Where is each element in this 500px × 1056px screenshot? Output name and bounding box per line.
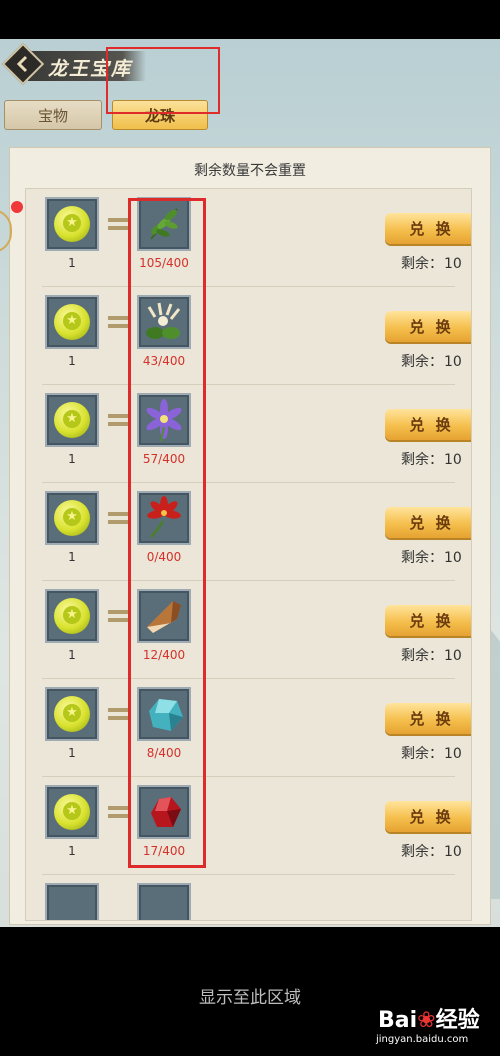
exchange-row: ★ 1 43/400 兑 换 剩余：10 — [26, 287, 471, 385]
panel-note: 剩余数量不会重置 — [194, 163, 306, 179]
remaining-value: 10 — [444, 354, 462, 370]
remaining-count: 剩余：10 — [401, 841, 462, 861]
exchange-list[interactable]: ★ 1 105/400 兑 换 剩余：10 ★ 1 43/400 兑 换 剩余：… — [25, 188, 472, 921]
coin-quantity: 1 — [68, 746, 76, 760]
exchange-row: ★ 1 57/400 兑 换 剩余：10 — [26, 385, 471, 483]
dragon-coin-icon: ★ — [54, 696, 90, 732]
tab-treasure[interactable]: 宝物 — [4, 100, 102, 130]
equals-icon — [108, 512, 130, 525]
remaining-count: 剩余：10 — [401, 547, 462, 567]
dragon-coin-icon: ★ — [54, 402, 90, 438]
item-slot — [137, 883, 191, 920]
remaining-value: 10 — [444, 452, 462, 468]
equals-icon — [108, 218, 130, 231]
notification-dot — [11, 201, 23, 213]
coin-quantity: 1 — [68, 354, 76, 368]
exchange-button[interactable]: 兑 换 — [385, 703, 471, 734]
exchange-button[interactable]: 兑 换 — [385, 605, 471, 636]
exchange-button[interactable]: 兑 换 — [385, 801, 471, 832]
coin-quantity: 1 — [68, 550, 76, 564]
remaining-value: 10 — [444, 648, 462, 664]
coin-quantity: 1 — [68, 256, 76, 270]
remaining-label: 剩余： — [401, 256, 443, 272]
exchange-panel: 剩余数量不会重置 ★ 1 105/400 兑 换 剩余：10 ★ 1 43/40… — [9, 147, 491, 925]
exchange-row: ★ 1 17/400 兑 换 剩余：10 — [26, 777, 471, 875]
dragon-coin-icon: ★ — [54, 206, 90, 242]
exchange-button[interactable]: 兑 换 — [385, 311, 471, 342]
remaining-label: 剩余： — [401, 452, 443, 468]
dragon-coin-icon: ★ — [54, 598, 90, 634]
tab-highlight-box — [106, 47, 220, 114]
equals-icon — [108, 806, 130, 819]
coin-slot: ★ — [45, 687, 99, 741]
remaining-count: 剩余：10 — [401, 449, 462, 469]
exchange-button[interactable]: 兑 换 — [385, 507, 471, 538]
exchange-row: ★ 1 8/400 兑 换 剩余：10 — [26, 679, 471, 777]
equals-icon — [108, 708, 130, 721]
remaining-label: 剩余： — [401, 844, 443, 860]
dragon-coin-icon: ★ — [54, 304, 90, 340]
remaining-count: 剩余：10 — [401, 253, 462, 273]
coin-quantity: 1 — [68, 844, 76, 858]
game-screen: 龙王宝库 宝物 龙珠 剩余数量不会重置 ★ 1 105/400 兑 换 剩余：1… — [0, 39, 500, 927]
watermark-url: jingyan.baidu.com — [376, 1034, 469, 1045]
remaining-label: 剩余： — [401, 354, 443, 370]
remaining-label: 剩余： — [401, 746, 443, 762]
equals-icon — [108, 414, 130, 427]
dragon-coin-icon: ★ — [54, 500, 90, 536]
equals-icon — [108, 316, 130, 329]
coin-quantity: 1 — [68, 452, 76, 466]
exchange-row-partial — [26, 875, 471, 920]
coin-quantity: 1 — [68, 648, 76, 662]
remaining-value: 10 — [444, 844, 462, 860]
remaining-count: 剩余：10 — [401, 351, 462, 371]
coin-slot: ★ — [45, 197, 99, 251]
remaining-count: 剩余：10 — [401, 743, 462, 763]
dragon-coin-icon: ★ — [54, 794, 90, 830]
coin-slot: ★ — [45, 295, 99, 349]
exchange-row: ★ 1 0/400 兑 换 剩余：10 — [26, 483, 471, 581]
exchange-button[interactable]: 兑 换 — [385, 409, 471, 440]
equals-icon — [108, 610, 130, 623]
exchange-row: ★ 1 105/400 兑 换 剩余：10 — [26, 189, 471, 287]
coin-slot: ★ — [45, 785, 99, 839]
items-highlight-box — [128, 198, 206, 868]
remaining-label: 剩余： — [401, 550, 443, 566]
coin-slot: ★ — [45, 393, 99, 447]
remaining-value: 10 — [444, 550, 462, 566]
coin-slot: ★ — [45, 589, 99, 643]
coin-slot: ★ — [45, 491, 99, 545]
remaining-value: 10 — [444, 256, 462, 272]
exchange-button[interactable]: 兑 换 — [385, 213, 471, 244]
exchange-row: ★ 1 12/400 兑 换 剩余：10 — [26, 581, 471, 679]
chevron-left-icon — [16, 55, 28, 73]
coin-slot — [45, 883, 99, 920]
remaining-label: 剩余： — [401, 648, 443, 664]
watermark-logo: Bai❀经验 — [378, 1008, 480, 1033]
remaining-count: 剩余：10 — [401, 645, 462, 665]
remaining-value: 10 — [444, 746, 462, 762]
